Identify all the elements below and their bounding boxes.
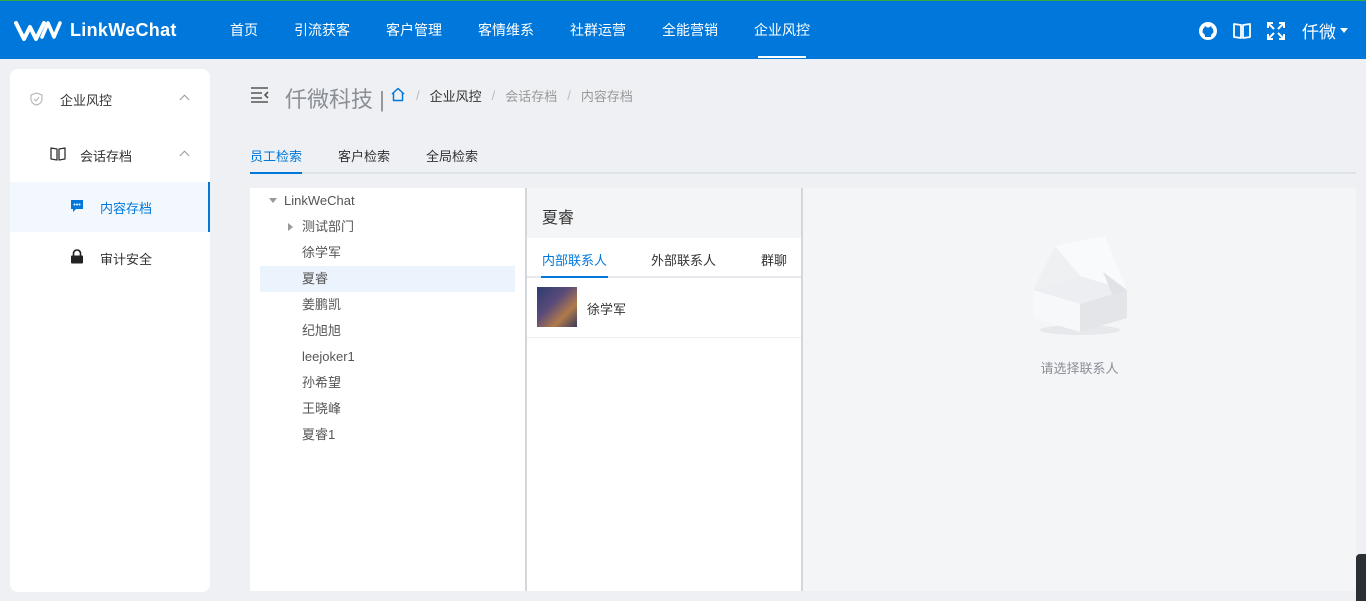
tree-node-employee[interactable]: 徐学军 <box>260 240 515 266</box>
breadcrumb-item: 内容存档 <box>580 89 633 104</box>
tree-node-label: LinkWeChat <box>284 193 355 208</box>
chat-icon <box>70 199 84 213</box>
lock-icon <box>70 249 84 264</box>
tree-node-employee[interactable]: 王晓峰 <box>260 396 515 422</box>
breadcrumb-separator: / <box>567 88 571 103</box>
tree-node-label: leejoker1 <box>302 349 355 364</box>
breadcrumb-separator: / <box>491 88 496 103</box>
sidebar-item-label: 企业风控 <box>60 92 113 108</box>
company-name: 仟微科技 | <box>285 87 385 112</box>
tree-node-employee[interactable]: 姜鹏凯 <box>260 292 515 318</box>
tree-node-label: 姜鹏凯 <box>302 297 342 312</box>
org-tree-panel: LinkWeChat 测试部门 徐学军 夏睿 姜鹏凯 纪旭旭 leejoker1… <box>250 188 525 591</box>
tree-node-label: 夏睿 <box>302 271 329 286</box>
home-icon[interactable] <box>390 87 406 105</box>
sidebar: 企业风控 会话存档 内容存档 审计安全 <box>10 69 210 592</box>
tree-node-employee[interactable]: 夏睿 <box>260 266 515 292</box>
user-name: 仟微 <box>1302 23 1336 42</box>
tab-employee-search[interactable]: 员工检索 <box>250 146 303 174</box>
avatar <box>537 287 577 327</box>
breadcrumb-separator: / <box>416 88 420 103</box>
tree-node-label: 纪旭旭 <box>302 323 342 338</box>
tab-customer-search[interactable]: 客户检索 <box>338 146 390 172</box>
logo[interactable]: LinkWeChat <box>14 17 177 43</box>
contact-type-tabs: 内部联系人 外部联系人 群聊 <box>527 238 801 278</box>
breadcrumb-item: 会话存档 <box>505 89 558 104</box>
nav-item-marketing[interactable]: 全能营销 <box>644 1 736 60</box>
sidebar-item-session-archive[interactable]: 会话存档 <box>10 130 210 180</box>
tree-node-label: 测试部门 <box>302 219 355 234</box>
book-icon <box>50 147 66 161</box>
logo-text: LinkWeChat <box>70 19 177 40</box>
nav-item-relations[interactable]: 客情维系 <box>460 1 552 60</box>
sidebar-item-content-archive[interactable]: 内容存档 <box>10 182 210 232</box>
nav-item-risk-control[interactable]: 企业风控 <box>736 1 828 60</box>
floating-widget[interactable] <box>1356 554 1366 601</box>
chat-panel: 请选择联系人 <box>803 188 1356 591</box>
nav-item-community[interactable]: 社群运营 <box>552 1 644 60</box>
breadcrumb-item[interactable]: 企业风控 <box>430 86 482 105</box>
main-nav: 首页 引流获客 客户管理 客情维系 社群运营 全能营销 企业风控 <box>212 1 828 60</box>
book-icon[interactable] <box>1232 21 1252 41</box>
chevron-up-icon <box>179 150 190 161</box>
menu-collapse-icon[interactable] <box>250 86 270 104</box>
contact-list-item[interactable]: 徐学军 <box>527 280 801 338</box>
tree-node-root[interactable]: LinkWeChat <box>260 188 515 214</box>
sidebar-item-label: 会话存档 <box>80 148 133 164</box>
sidebar-item-risk-control[interactable]: 企业风控 <box>10 74 210 124</box>
tree-node-employee[interactable]: 夏睿1 <box>260 422 515 448</box>
contact-name: 徐学军 <box>587 302 627 317</box>
search-tabs: 员工检索 客户检索 全局检索 <box>250 146 1356 174</box>
contacts-panel: 夏睿 内部联系人 外部联系人 群聊 徐学军 <box>527 188 801 591</box>
github-icon[interactable] <box>1198 21 1218 41</box>
nav-item-customers[interactable]: 客户管理 <box>368 1 460 60</box>
caret-right-icon[interactable] <box>288 223 293 231</box>
chevron-down-icon <box>1340 28 1348 33</box>
tree-node-employee[interactable]: 纪旭旭 <box>260 318 515 344</box>
tab-internal-contacts[interactable]: 内部联系人 <box>540 250 609 278</box>
nav-item-home[interactable]: 首页 <box>212 1 276 60</box>
sidebar-item-audit-security[interactable]: 审计安全 <box>10 233 210 283</box>
nav-item-acquisition[interactable]: 引流获客 <box>276 1 368 60</box>
tree-node-department[interactable]: 测试部门 <box>260 214 515 240</box>
sidebar-item-label: 内容存档 <box>100 200 153 216</box>
tree-node-label: 夏睿1 <box>302 427 336 442</box>
user-menu[interactable]: 仟微 <box>1300 18 1348 43</box>
tree-node-employee[interactable]: leejoker1 <box>260 344 515 370</box>
tree-node-label: 孙希望 <box>302 375 342 390</box>
tree-node-label: 徐学军 <box>302 245 342 260</box>
breadcrumb: / 企业风控 / 会话存档 / 内容存档 <box>390 86 633 105</box>
shield-icon <box>30 92 43 106</box>
tab-external-contacts[interactable]: 外部联系人 <box>651 250 716 269</box>
tab-group-chats[interactable]: 群聊 <box>761 250 787 269</box>
tree-node-employee[interactable]: 孙希望 <box>260 370 515 396</box>
tab-global-search[interactable]: 全局检索 <box>426 146 478 172</box>
chevron-up-icon <box>179 94 190 105</box>
logo-icon <box>14 21 62 41</box>
empty-state-text: 请选择联系人 <box>1040 361 1119 376</box>
fullscreen-icon[interactable] <box>1266 21 1286 41</box>
tree-node-label: 王晓峰 <box>302 401 342 416</box>
top-navbar: LinkWeChat 首页 引流获客 客户管理 客情维系 社群运营 全能营销 企… <box>0 0 1366 59</box>
top-right-tools: 仟微 <box>1198 1 1348 60</box>
caret-down-icon[interactable] <box>269 198 277 203</box>
empty-box-icon <box>1033 236 1127 335</box>
contacts-panel-title: 夏睿 <box>527 188 801 238</box>
sidebar-item-label: 审计安全 <box>100 251 153 267</box>
